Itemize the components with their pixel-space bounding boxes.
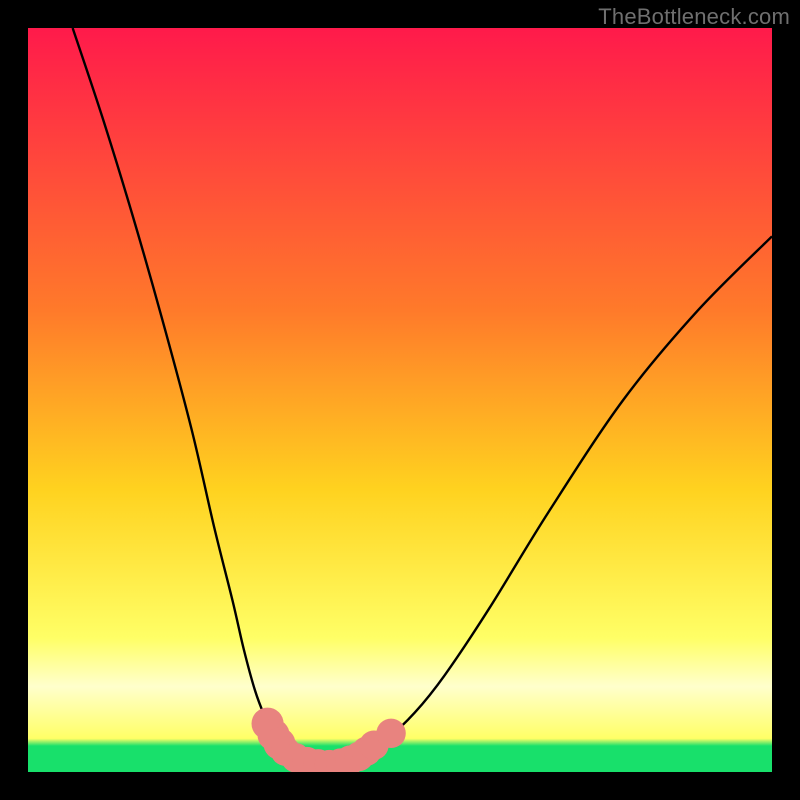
chart-svg xyxy=(28,28,772,772)
watermark-text: TheBottleneck.com xyxy=(598,4,790,30)
gradient-background xyxy=(28,28,772,772)
chart-frame: TheBottleneck.com xyxy=(0,0,800,800)
plot-area xyxy=(28,28,772,772)
data-marker xyxy=(376,719,405,748)
